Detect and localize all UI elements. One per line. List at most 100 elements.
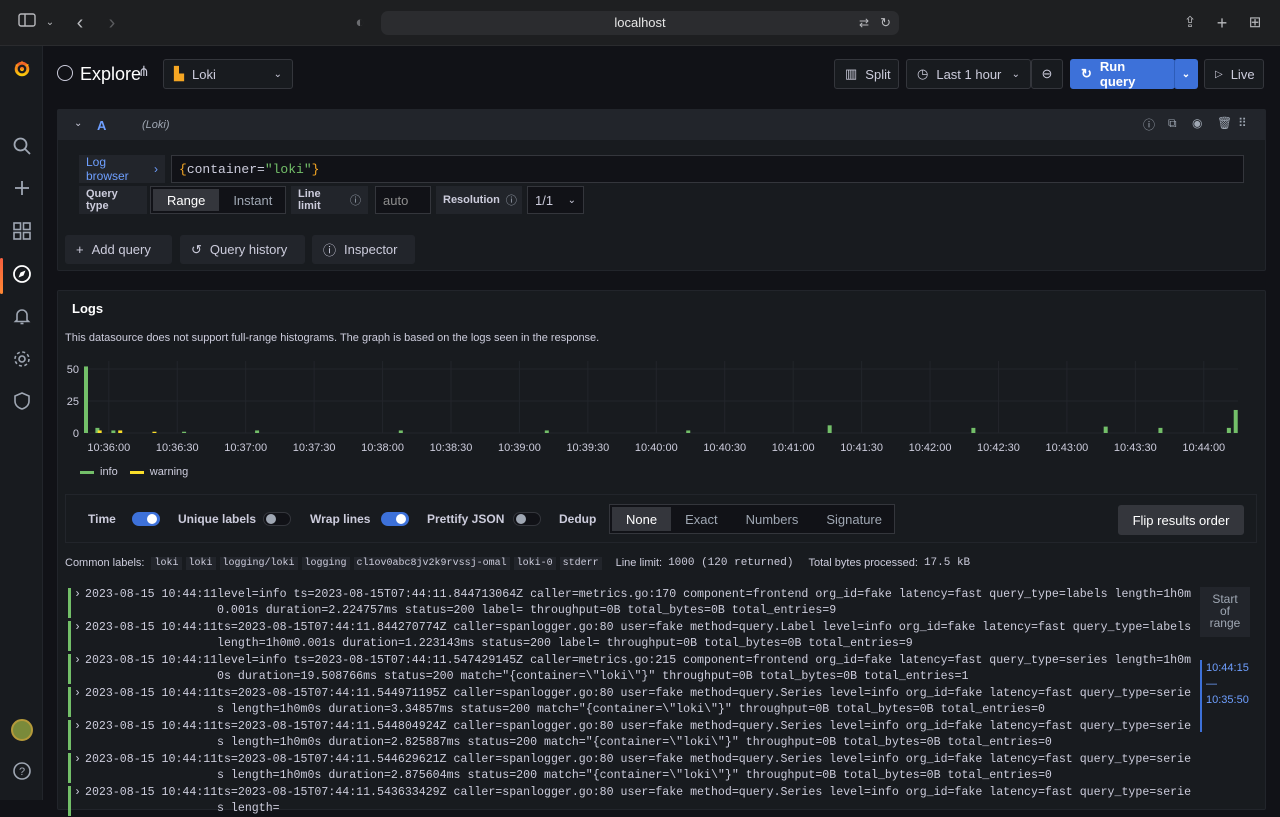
line-limit-input[interactable]: auto <box>375 186 431 214</box>
resolution-select[interactable]: 1/1 ⌄ <box>527 186 584 214</box>
unique-labels-toggle[interactable] <box>263 512 291 526</box>
unique-labels-label: Unique labels <box>178 512 257 526</box>
datasource-picker[interactable]: ▙ Loki ⌄ <box>163 59 293 89</box>
log-row[interactable]: › 2023-08-15 10:44:11 level=info ts=2023-0… <box>68 653 1194 685</box>
query-type-instant[interactable]: Instant <box>219 189 286 211</box>
reload-icon[interactable]: ↻ <box>880 11 891 35</box>
shield-icon: ◐ <box>355 14 365 31</box>
expand-chevron-icon[interactable]: › <box>74 620 81 636</box>
time-range-picker[interactable]: ◷ Last 1 hour ⌄ <box>906 59 1031 89</box>
bar-warning <box>118 430 123 433</box>
copy-icon[interactable]: ⧉ <box>1168 116 1177 131</box>
x-tick-label: 10:36:00 <box>87 442 130 454</box>
legend-swatch-info <box>80 470 94 474</box>
alerting-bell-icon[interactable] <box>0 300 43 332</box>
share-icon[interactable]: ⇪ <box>1180 0 1200 46</box>
sidebar-toggle-icon[interactable] <box>14 0 40 46</box>
log-browser-button[interactable]: Log browser › <box>79 155 165 183</box>
explore-icon[interactable] <box>0 258 43 290</box>
avatar[interactable] <box>0 714 43 746</box>
plus-icon[interactable] <box>0 172 43 204</box>
log-row[interactable]: › 2023-08-15 10:44:11 ts=2023-08-15T07:44:… <box>68 719 1194 751</box>
url-bar[interactable]: localhost ⇄ ↻ <box>381 11 899 35</box>
info-icon: ⓘ <box>323 243 337 258</box>
range-marker-start: 10:44:15 <box>1206 662 1249 674</box>
help-icon[interactable]: ? <box>0 755 43 787</box>
log-message: ts=2023-08-15T07:44:11.544804924Z caller… <box>217 720 1192 749</box>
log-timestamp: 2023-08-15 10:44:11 <box>85 786 218 799</box>
back-icon[interactable]: ‹ <box>70 0 90 46</box>
log-row[interactable]: › 2023-08-15 10:44:11 ts=2023-08-15T07:44:… <box>68 752 1194 784</box>
wrap-lines-toggle[interactable] <box>381 512 409 526</box>
legend-info[interactable]: info <box>100 466 118 478</box>
log-row[interactable]: › 2023-08-15 10:44:11 level=info ts=2023-0… <box>68 587 1194 619</box>
chart-legend: info warning <box>80 466 188 478</box>
expand-chevron-icon[interactable]: › <box>74 785 81 801</box>
run-query-dropdown[interactable]: ⌄ <box>1174 59 1198 89</box>
expand-chevron-icon[interactable]: › <box>74 752 81 768</box>
log-timestamp: 2023-08-15 10:44:11 <box>85 588 218 601</box>
x-tick-label: 10:38:00 <box>361 442 404 454</box>
translate-icon[interactable]: ⇄ <box>859 11 869 35</box>
tab-overview-icon[interactable]: ⊞ <box>1245 0 1265 46</box>
flip-results-order-label: Flip results order <box>1132 512 1230 528</box>
time-toggle[interactable] <box>132 512 160 526</box>
flip-results-order-button[interactable]: Flip results order <box>1118 505 1244 535</box>
bar-info <box>111 430 116 433</box>
log-row[interactable]: › 2023-08-15 10:44:11 ts=2023-08-15T07:44:… <box>68 785 1194 817</box>
legend-warning[interactable]: warning <box>150 466 189 478</box>
start-of-range-button[interactable]: Start of range <box>1200 587 1250 637</box>
prettify-json-toggle[interactable] <box>513 512 541 526</box>
visible-range-marker[interactable]: 10:44:15 — 10:35:50 <box>1200 660 1250 732</box>
inspector-button[interactable]: ⓘ Inspector <box>312 235 415 264</box>
url-text: localhost <box>614 15 666 30</box>
log-level-bar <box>68 654 71 684</box>
common-label-chip: logging <box>301 557 350 570</box>
dashboards-icon[interactable] <box>0 215 43 247</box>
bar-info <box>1103 426 1108 433</box>
add-query-button[interactable]: + Add query <box>65 235 172 264</box>
bar-info <box>971 427 976 433</box>
expand-chevron-icon[interactable]: › <box>74 587 81 603</box>
info-icon[interactable]: ⓘ <box>350 192 361 208</box>
expand-chevron-icon[interactable]: › <box>74 686 81 702</box>
query-editor[interactable]: {container= "loki"} <box>171 155 1244 183</box>
help-icon[interactable]: ⓘ <box>1143 116 1155 133</box>
search-icon[interactable] <box>0 130 43 162</box>
live-button[interactable]: ▷ Live <box>1204 59 1264 89</box>
log-row[interactable]: › 2023-08-15 10:44:11 ts=2023-08-15T07:44:… <box>68 686 1194 718</box>
split-button[interactable]: ▥ Split <box>834 59 899 89</box>
bar-info <box>84 366 88 433</box>
log-timestamp: 2023-08-15 10:44:11 <box>85 654 218 667</box>
eye-icon[interactable]: ◉ <box>1192 116 1202 130</box>
log-level-bar <box>68 753 71 783</box>
grafana-logo-icon[interactable] <box>0 53 43 85</box>
dedup-exact[interactable]: Exact <box>671 507 732 531</box>
dedup-none[interactable]: None <box>612 507 672 531</box>
drag-handle-icon[interactable]: ⠿ <box>1238 116 1247 130</box>
page-title: Explore <box>80 64 142 84</box>
log-row[interactable]: › 2023-08-15 10:44:11 ts=2023-08-15T07:44:… <box>68 620 1194 652</box>
chevron-down-icon[interactable]: ⌄ <box>42 0 58 46</box>
forward-icon[interactable]: › <box>102 0 122 46</box>
gear-icon[interactable] <box>0 343 43 375</box>
trash-icon[interactable]: 🗑 <box>1217 116 1232 130</box>
info-icon[interactable]: ⓘ <box>506 192 517 208</box>
query-history-button[interactable]: ↺ Query history <box>180 235 305 264</box>
collapse-icon[interactable]: ⌄ <box>74 118 82 129</box>
dedup-signature[interactable]: Signature <box>812 507 896 531</box>
run-query-button[interactable]: ↻ Run query <box>1070 59 1175 89</box>
dedup-numbers[interactable]: Numbers <box>732 507 813 531</box>
zoom-out-button[interactable]: ⊖ <box>1031 59 1063 89</box>
share-icon[interactable]: ⋔ <box>138 63 150 80</box>
new-tab-icon[interactable]: + <box>1212 0 1232 46</box>
query-type-range[interactable]: Range <box>153 189 220 211</box>
line-limit-meta-value: 1000 (120 returned) <box>668 557 794 569</box>
log-message: ts=2023-08-15T07:44:11.844270774Z caller… <box>217 621 1192 650</box>
query-ref-id[interactable]: A <box>97 118 106 133</box>
y-tick-label: 50 <box>67 364 79 376</box>
shield-icon[interactable] <box>0 385 43 417</box>
log-level-bar <box>68 588 71 618</box>
expand-chevron-icon[interactable]: › <box>74 653 81 669</box>
expand-chevron-icon[interactable]: › <box>74 719 81 735</box>
